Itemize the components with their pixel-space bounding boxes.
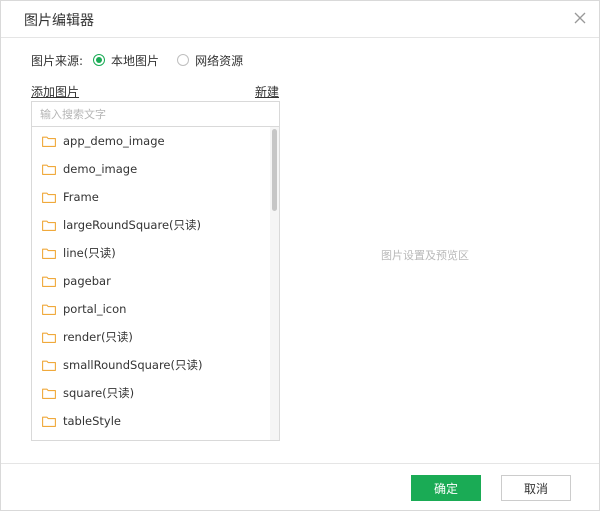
folder-icon: [42, 276, 56, 287]
list-item[interactable]: largeRoundSquare(只读): [32, 211, 270, 239]
radio-network-resource-label: 网络资源: [195, 53, 244, 68]
image-source-row: 图片来源: 本地图片 网络资源: [31, 51, 243, 69]
radio-network-resource[interactable]: 网络资源: [177, 52, 243, 69]
folder-icon: [42, 388, 56, 399]
new-folder-link[interactable]: 新建: [255, 83, 279, 100]
list-item[interactable]: portal_icon: [32, 295, 270, 323]
list-item[interactable]: square(只读): [32, 379, 270, 407]
folder-icon: [42, 136, 56, 147]
list-item[interactable]: app_demo_image: [32, 127, 270, 155]
list-item[interactable]: pagebar: [32, 267, 270, 295]
folder-icon: [42, 220, 56, 231]
folder-name: Frame: [63, 190, 99, 204]
folder-icon: [42, 332, 56, 343]
radio-checked-icon[interactable]: [93, 54, 106, 66]
scrollbar-thumb[interactable]: [272, 129, 277, 211]
folder-panel: app_demo_image demo_image Frame largeRoundS…: [31, 101, 280, 441]
dialog-header: 图片编辑器: [1, 1, 599, 38]
cancel-button[interactable]: 取消: [501, 475, 571, 501]
folder-name: square(只读): [63, 386, 135, 400]
list-item[interactable]: Frame: [32, 183, 270, 211]
radio-unchecked-icon[interactable]: [177, 54, 190, 66]
folder-name: smallRoundSquare(只读): [63, 358, 203, 372]
search-input[interactable]: [32, 102, 279, 127]
folder-icon: [42, 192, 56, 203]
folder-name: portal_icon: [63, 302, 127, 316]
folder-name: largeRoundSquare(只读): [63, 218, 201, 232]
image-source-label: 图片来源:: [31, 53, 84, 68]
list-item[interactable]: demo_image: [32, 155, 270, 183]
folder-name: line(只读): [63, 246, 116, 260]
list-item[interactable]: tableStyle: [32, 407, 270, 435]
close-icon[interactable]: [573, 11, 587, 25]
radio-local-image[interactable]: 本地图片: [93, 52, 159, 69]
scrollbar-track[interactable]: [270, 127, 279, 440]
image-editor-dialog: 图片编辑器 图片来源: 本地图片 网络资源 添加图片 新建 app_demo_i…: [0, 0, 600, 511]
confirm-button[interactable]: 确定: [411, 475, 481, 501]
link-row: 添加图片 新建: [31, 83, 279, 99]
dialog-title: 图片编辑器: [24, 13, 94, 29]
folder-icon: [42, 360, 56, 371]
folder-name: app_demo_image: [63, 134, 165, 148]
folder-name: demo_image: [63, 162, 138, 176]
folder-name: pagebar: [63, 274, 111, 288]
preview-area-placeholder: 图片设置及预览区: [381, 249, 469, 262]
folder-icon: [42, 164, 56, 175]
list-item[interactable]: render(只读): [32, 323, 270, 351]
add-image-link[interactable]: 添加图片: [31, 83, 79, 100]
list-item[interactable]: smallRoundSquare(只读): [32, 351, 270, 379]
folder-name: render(只读): [63, 330, 133, 344]
folder-icon: [42, 304, 56, 315]
list-item[interactable]: line(只读): [32, 239, 270, 267]
folder-icon: [42, 416, 56, 427]
folder-name: tableStyle: [63, 414, 122, 428]
dialog-footer: 确定 取消: [1, 463, 599, 512]
folder-list: app_demo_image demo_image Frame largeRoundS…: [32, 127, 270, 435]
radio-local-image-label: 本地图片: [111, 53, 160, 68]
folder-icon: [42, 248, 56, 259]
